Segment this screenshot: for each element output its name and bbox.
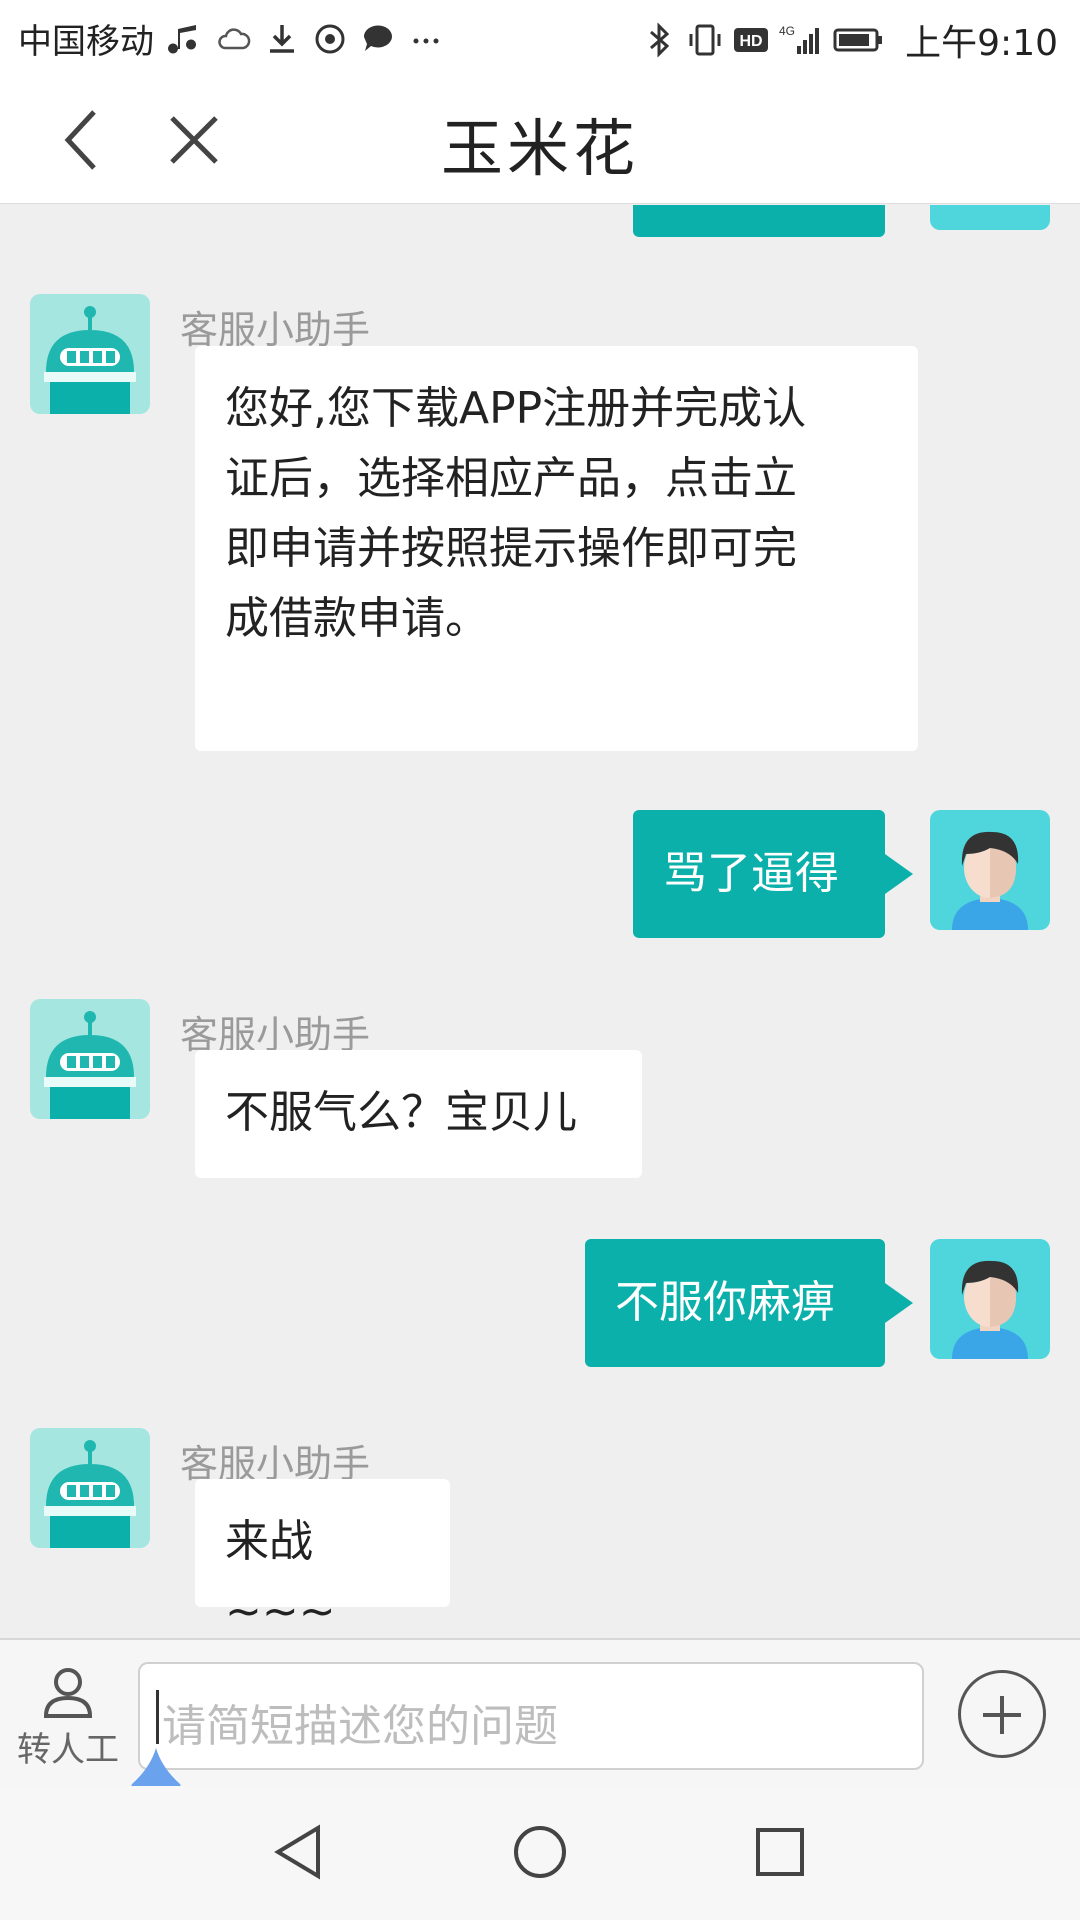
title-bar: 玉米花 <box>0 76 1080 204</box>
cloud-icon <box>218 27 251 49</box>
nav-home-icon[interactable] <box>502 1814 578 1890</box>
nav-recents-icon[interactable] <box>742 1814 818 1890</box>
bot-avatar <box>30 1428 150 1548</box>
text-caret <box>156 1690 159 1744</box>
robot-icon <box>44 306 136 414</box>
bot-avatar <box>30 294 150 414</box>
page-title: 玉米花 <box>440 112 639 185</box>
partial-user-avatar <box>930 205 1050 230</box>
user-avatar <box>930 1239 1050 1359</box>
hd-label: HD <box>740 33 763 50</box>
download-icon <box>270 24 294 53</box>
user-message-bubble[interactable]: 不服你麻痹 <box>585 1239 913 1367</box>
message-icon <box>363 24 392 51</box>
bot-message-bubble[interactable]: 不服气么？宝贝儿 <box>195 1050 642 1178</box>
message-line: 成借款申请。 <box>225 593 489 644</box>
transfer-to-agent-label: 转人工 <box>17 1730 119 1770</box>
nav-back-icon[interactable] <box>262 1814 338 1890</box>
carrier-label: 中国移动 <box>18 22 154 62</box>
transfer-to-agent-button[interactable]: 转人工 <box>12 1668 124 1770</box>
user-avatar <box>930 810 1050 930</box>
system-nav-bar <box>0 1786 1080 1920</box>
message-line: 您好,您下载APP注册并完成认 <box>225 383 807 434</box>
bluetooth-icon <box>650 22 670 58</box>
hd-icon: HD <box>734 28 769 52</box>
person-icon <box>43 1668 93 1718</box>
battery-icon <box>833 28 883 52</box>
chat-area[interactable]: 客服小助手 您好,您下载APP注册并完成认 证后，选择相应产品，点击立 即申请并… <box>0 205 1080 1637</box>
robot-icon <box>44 1440 136 1548</box>
clock: 上午9:10 <box>905 23 1058 64</box>
add-attachment-button[interactable] <box>958 1670 1046 1758</box>
bot-message-bubble[interactable]: 您好,您下载APP注册并完成认 证后，选择相应产品，点击立 即申请并按照提示操作… <box>195 346 918 751</box>
partial-user-bubble <box>633 205 885 237</box>
message-input-placeholder: 请简短描述您的问题 <box>162 1701 558 1752</box>
message-line: 即申请并按照提示操作即可完 <box>225 523 797 574</box>
user-message-bubble[interactable]: 骂了逼得 <box>633 810 913 938</box>
status-bar: 中国移动 HD 4G 上午9:10 <box>0 0 1080 76</box>
network-label: 4G <box>779 24 795 38</box>
music-icon <box>168 24 196 53</box>
status-right: HD 4G 上午9:10 <box>641 14 1058 66</box>
user-face-icon <box>952 831 1028 930</box>
app-icon <box>315 24 345 53</box>
message-input[interactable]: 请简短描述您的问题 <box>138 1662 924 1770</box>
robot-icon <box>44 1011 136 1119</box>
status-left: 中国移动 <box>18 14 456 63</box>
vibrate-icon <box>689 24 721 56</box>
bot-avatar <box>30 999 150 1119</box>
message-line: 证后，选择相应产品，点击立 <box>225 453 797 504</box>
bot-message-bubble[interactable]: 来战~~~ <box>195 1479 450 1637</box>
more-dots-icon <box>413 38 439 43</box>
signal-4g-icon: 4G <box>779 24 820 54</box>
user-face-icon <box>952 1260 1028 1359</box>
